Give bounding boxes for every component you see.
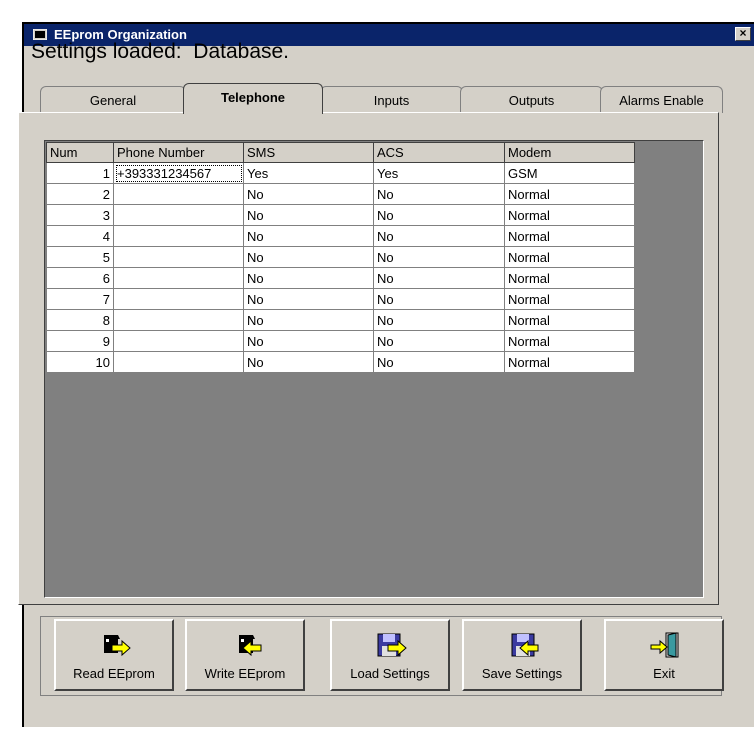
header-modem[interactable]: Modem xyxy=(504,142,635,163)
table-row: 1 +393331234567 Yes Yes GSM xyxy=(46,162,635,184)
cell-phone[interactable] xyxy=(113,288,244,310)
cell-acs[interactable]: No xyxy=(373,225,505,247)
header-acs[interactable]: ACS xyxy=(373,142,505,163)
cell-acs[interactable]: No xyxy=(373,267,505,289)
phone-table: Num Phone Number SMS ACS Modem 1 +393331… xyxy=(46,142,635,373)
tab-label: Telephone xyxy=(220,90,286,105)
cell-num[interactable]: 2 xyxy=(46,183,114,205)
cell-modem[interactable]: GSM xyxy=(504,162,635,184)
cell-modem[interactable]: Normal xyxy=(504,288,635,310)
cell-sms[interactable]: No xyxy=(243,288,374,310)
button-label: Load Settings xyxy=(350,666,430,681)
tab-label: Inputs xyxy=(373,93,410,108)
cell-modem[interactable]: Normal xyxy=(504,351,635,373)
cell-sms[interactable]: No xyxy=(243,246,374,268)
cell-phone[interactable] xyxy=(113,351,244,373)
tab-alarms-enable[interactable]: Alarms Enable xyxy=(600,86,723,113)
cell-phone[interactable] xyxy=(113,309,244,331)
cell-modem[interactable]: Normal xyxy=(504,267,635,289)
cell-acs[interactable]: No xyxy=(373,288,505,310)
button-label: Read EEprom xyxy=(73,666,155,681)
save-settings-button[interactable]: Save Settings xyxy=(462,619,582,691)
app-icon xyxy=(33,29,47,40)
cell-num[interactable]: 3 xyxy=(46,204,114,226)
exit-button[interactable]: Exit xyxy=(604,619,724,691)
cell-sms[interactable]: No xyxy=(243,330,374,352)
cell-modem[interactable]: Normal xyxy=(504,330,635,352)
cell-phone[interactable] xyxy=(113,330,244,352)
cell-acs[interactable]: No xyxy=(373,204,505,226)
table-row: 9 No No Normal xyxy=(46,330,635,352)
cell-sms[interactable]: No xyxy=(243,267,374,289)
table-header-row: Num Phone Number SMS ACS Modem xyxy=(46,142,635,163)
table-row: 6 No No Normal xyxy=(46,267,635,289)
table-row: 7 No No Normal xyxy=(46,288,635,310)
table-row: 10 No No Normal xyxy=(46,351,635,373)
cell-phone[interactable] xyxy=(113,246,244,268)
cell-modem[interactable]: Normal xyxy=(504,309,635,331)
cell-acs[interactable]: No xyxy=(373,183,505,205)
floppy-save-icon xyxy=(511,633,539,657)
chip-write-icon xyxy=(239,635,262,657)
cell-modem[interactable]: Normal xyxy=(504,246,635,268)
cell-acs[interactable]: No xyxy=(373,246,505,268)
tab-label: Outputs xyxy=(508,93,555,108)
cell-num[interactable]: 8 xyxy=(46,309,114,331)
close-button[interactable]: × xyxy=(735,27,751,41)
cell-phone[interactable]: +393331234567 xyxy=(113,162,244,184)
tab-label: General xyxy=(89,93,137,108)
cell-modem[interactable]: Normal xyxy=(504,225,635,247)
cell-sms[interactable]: No xyxy=(243,225,374,247)
button-label: Write EEprom xyxy=(204,666,286,681)
table-row: 3 No No Normal xyxy=(46,204,635,226)
exit-door-icon xyxy=(650,632,679,658)
header-num[interactable]: Num xyxy=(46,142,114,163)
button-label: Exit xyxy=(653,666,675,681)
cell-num[interactable]: 5 xyxy=(46,246,114,268)
cell-num[interactable]: 10 xyxy=(46,351,114,373)
chip-read-icon xyxy=(104,635,131,657)
cell-acs[interactable]: No xyxy=(373,330,505,352)
tab-general[interactable]: General xyxy=(40,86,186,113)
table-row: 2 No No Normal xyxy=(46,183,635,205)
cell-sms[interactable]: Yes xyxy=(243,162,374,184)
tab-label: Alarms Enable xyxy=(619,93,704,108)
cell-sms[interactable]: No xyxy=(243,204,374,226)
cell-acs[interactable]: No xyxy=(373,309,505,331)
cell-num[interactable]: 4 xyxy=(46,225,114,247)
cell-modem[interactable]: Normal xyxy=(504,204,635,226)
header-sms[interactable]: SMS xyxy=(243,142,374,163)
button-label: Save Settings xyxy=(481,666,563,681)
table-row: 8 No No Normal xyxy=(46,309,635,331)
header-phone-number[interactable]: Phone Number xyxy=(113,142,244,163)
tab-inputs[interactable]: Inputs xyxy=(320,86,463,113)
cell-phone[interactable] xyxy=(113,225,244,247)
cell-sms[interactable]: No xyxy=(243,309,374,331)
cell-sms[interactable]: No xyxy=(243,351,374,373)
cell-num[interactable]: 1 xyxy=(46,162,114,184)
load-settings-button[interactable]: Load Settings xyxy=(330,619,450,691)
table-row: 5 No No Normal xyxy=(46,246,635,268)
cell-num[interactable]: 9 xyxy=(46,330,114,352)
status-text: Settings loaded: Database. xyxy=(31,40,290,63)
cell-phone[interactable] xyxy=(113,267,244,289)
cell-sms[interactable]: No xyxy=(243,183,374,205)
floppy-load-icon xyxy=(377,633,407,657)
tab-telephone[interactable]: Telephone xyxy=(183,83,323,114)
cell-modem[interactable]: Normal xyxy=(504,183,635,205)
cell-acs[interactable]: Yes xyxy=(373,162,505,184)
cell-num[interactable]: 7 xyxy=(46,288,114,310)
tab-outputs[interactable]: Outputs xyxy=(460,86,603,113)
close-icon: × xyxy=(739,26,747,40)
read-eeprom-button[interactable]: Read EEprom xyxy=(54,619,174,691)
table-row: 4 No No Normal xyxy=(46,225,635,247)
write-eeprom-button[interactable]: Write EEprom xyxy=(185,619,305,691)
cell-phone[interactable] xyxy=(113,183,244,205)
cell-phone[interactable] xyxy=(113,204,244,226)
cell-num[interactable]: 6 xyxy=(46,267,114,289)
cell-acs[interactable]: No xyxy=(373,351,505,373)
